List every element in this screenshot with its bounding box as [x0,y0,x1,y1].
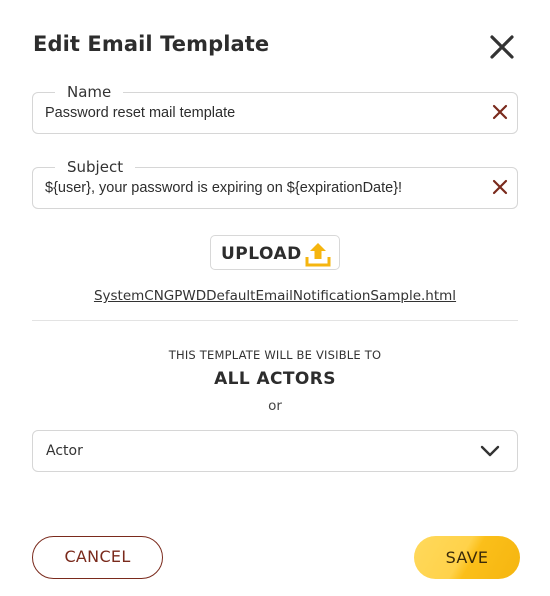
close-icon [490,35,514,59]
upload-label: UPLOAD [221,244,302,264]
subject-clear-button[interactable] [491,178,509,196]
name-field-value[interactable]: Password reset mail template [45,105,235,121]
save-button[interactable]: SAVE [414,536,520,579]
visibility-caption: THIS TEMPLATE WILL BE VISIBLE TO [168,348,382,362]
chevron-down-icon [479,442,501,460]
uploaded-file-link[interactable]: SystemCNGPWDDefaultEmailNotificationSamp… [0,288,550,304]
subject-field-value[interactable]: ${user}, your password is expiring on ${… [45,180,402,196]
upload-arrow-icon [304,240,332,268]
subject-field[interactable]: Subject ${user}, your password is expiri… [32,159,518,209]
close-button[interactable] [488,33,516,61]
upload-button[interactable]: UPLOAD [210,235,340,270]
actor-select[interactable]: Actor [32,430,518,472]
actor-select-value: Actor [46,443,83,459]
clear-icon [492,104,508,120]
dialog-title: Edit Email Template [33,32,270,56]
or-separator: or [268,398,282,414]
clear-icon [492,179,508,195]
name-field-label: Name [55,84,124,100]
name-field[interactable]: Name Password reset mail template [32,84,518,134]
divider [32,320,518,321]
visibility-audience: ALL ACTORS [214,369,336,389]
cancel-button[interactable]: CANCEL [32,536,163,579]
name-clear-button[interactable] [491,103,509,121]
subject-field-label: Subject [55,159,136,175]
